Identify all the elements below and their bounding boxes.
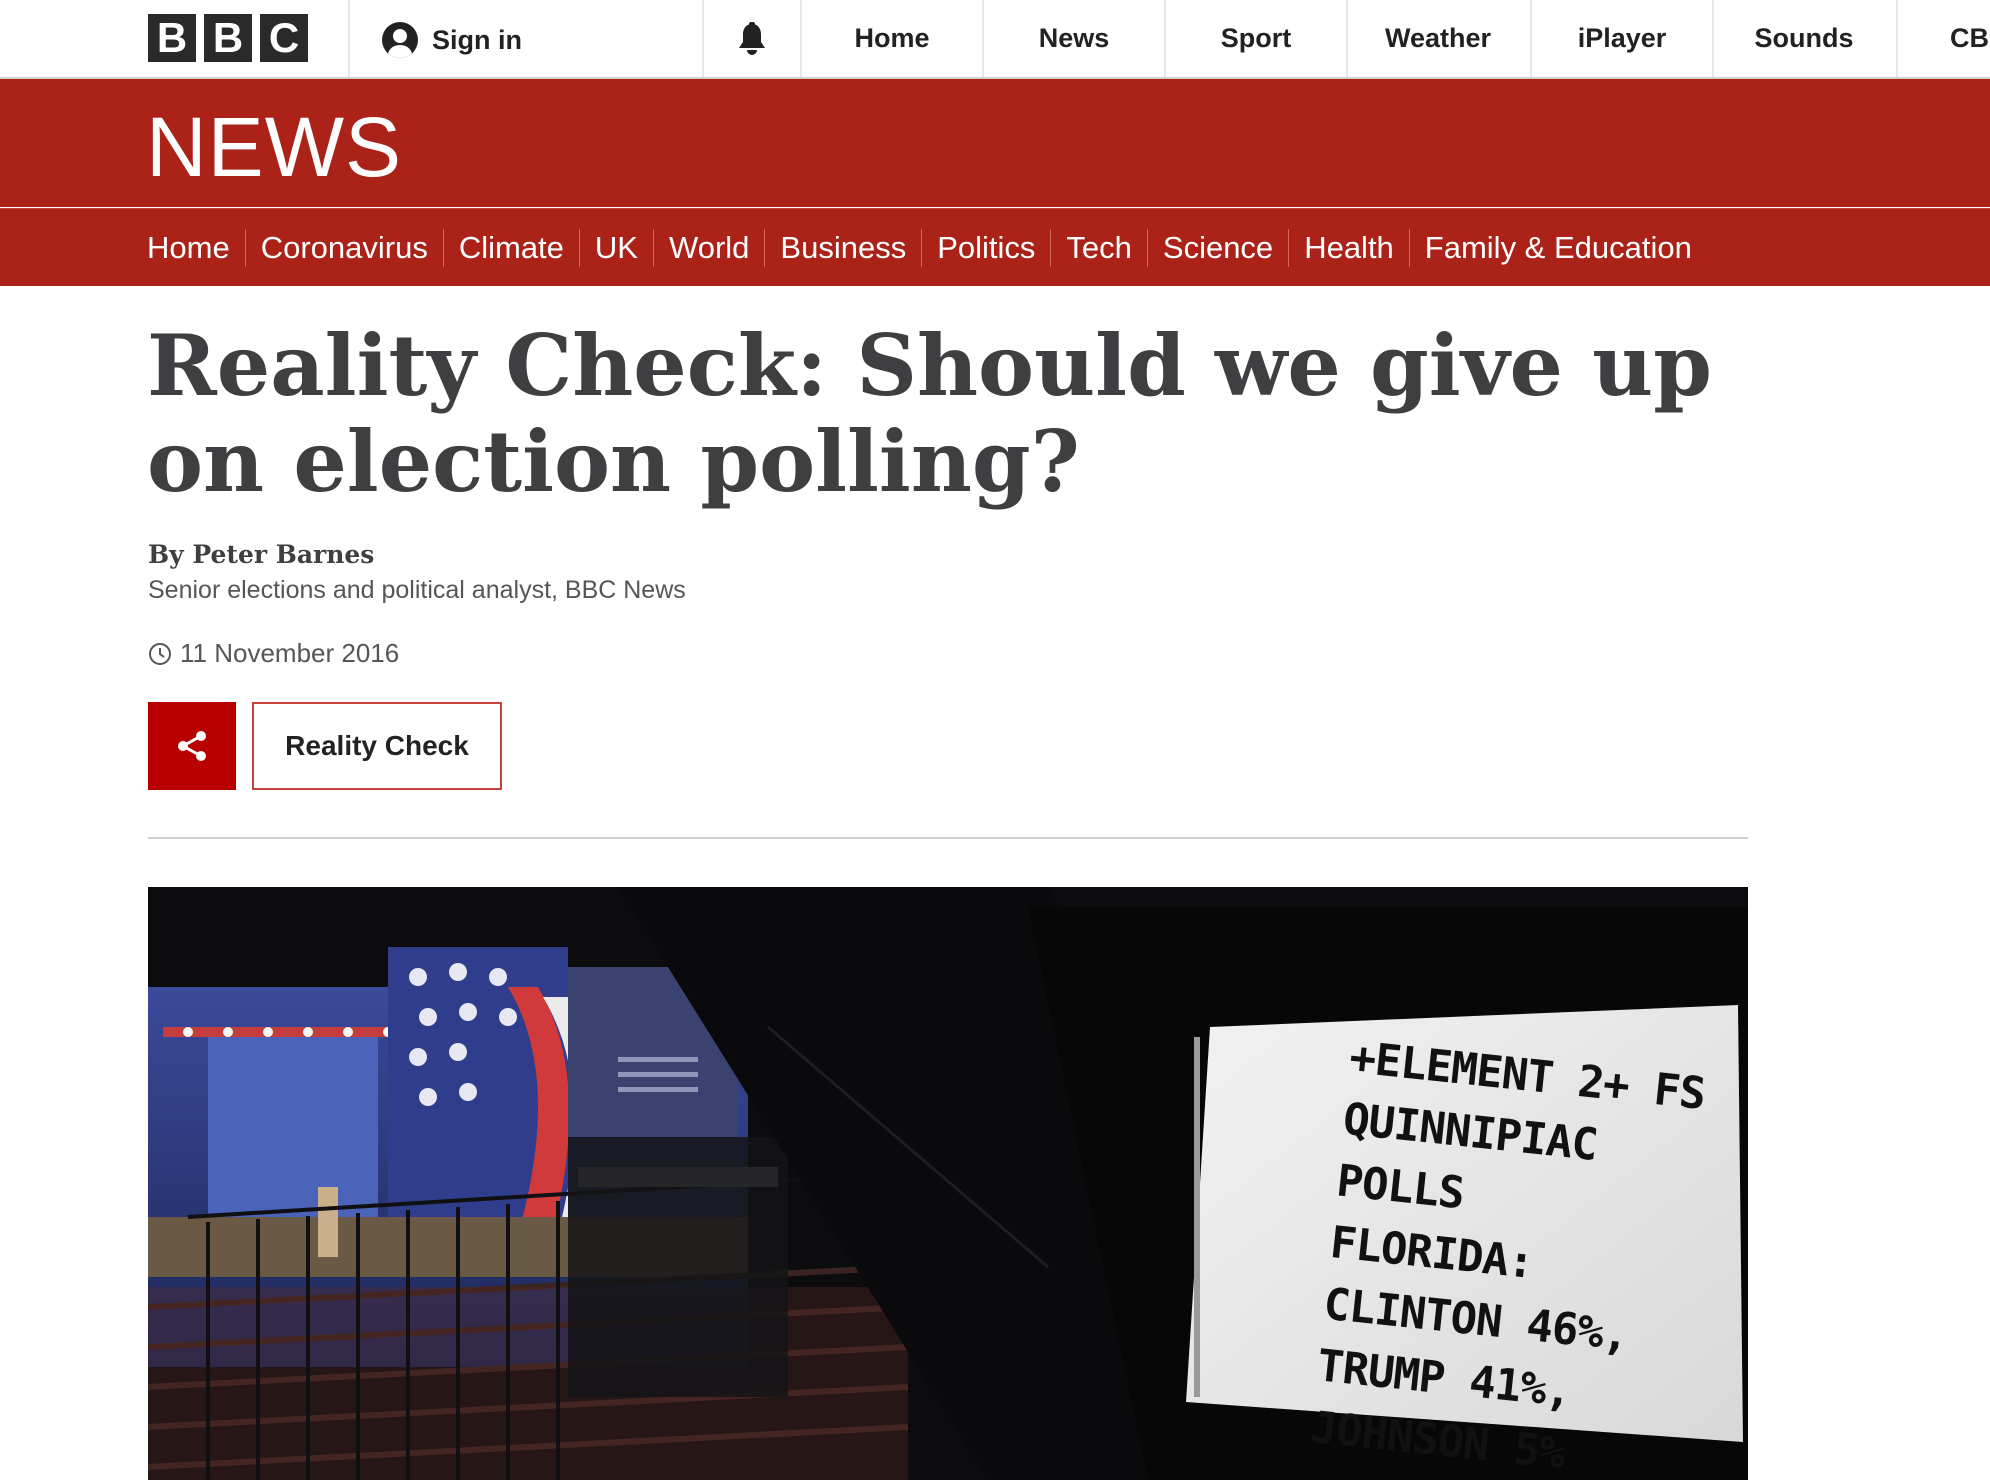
global-nav-sounds[interactable]: Sounds bbox=[1714, 0, 1894, 77]
article-date: 11 November 2016 bbox=[148, 638, 399, 669]
section-nav-family-education[interactable]: Family & Education bbox=[1410, 229, 1707, 267]
global-nav-sport[interactable]: Sport bbox=[1166, 0, 1346, 77]
section-nav: Home Coronavirus Climate UK World Busine… bbox=[0, 208, 1990, 286]
section-nav-coronavirus[interactable]: Coronavirus bbox=[246, 229, 444, 267]
notifications-bell-icon[interactable] bbox=[736, 22, 768, 56]
section-nav-politics[interactable]: Politics bbox=[922, 229, 1052, 267]
author-role: Senior elections and political analyst, … bbox=[148, 576, 686, 604]
global-nav-iplayer[interactable]: iPlayer bbox=[1532, 0, 1712, 77]
monitor-poll-text: +ELEMENT 2+ FS QUINNIPIAC POLLS FLORIDA:… bbox=[1308, 1027, 1748, 1480]
section-nav-world[interactable]: World bbox=[654, 229, 766, 267]
section-nav-climate[interactable]: Climate bbox=[444, 229, 580, 267]
global-nav-home[interactable]: Home bbox=[802, 0, 982, 77]
divider-line bbox=[148, 837, 1748, 839]
global-nav-news[interactable]: News bbox=[984, 0, 1164, 77]
article-date-text: 11 November 2016 bbox=[180, 638, 400, 668]
global-nav-cbbc[interactable]: CB bbox=[1950, 0, 1990, 77]
clock-icon bbox=[149, 642, 171, 665]
section-nav-tech[interactable]: Tech bbox=[1051, 229, 1148, 267]
article-byline: By Peter Barnes bbox=[148, 540, 375, 569]
bbc-logo-letter: B bbox=[204, 14, 252, 62]
nav-divider bbox=[348, 0, 350, 77]
section-nav-uk[interactable]: UK bbox=[580, 229, 654, 267]
nav-divider bbox=[702, 0, 704, 77]
article-lead-image: +ELEMENT 2+ FS QUINNIPIAC POLLS FLORIDA:… bbox=[148, 887, 1748, 1480]
bbc-logo[interactable]: B B C bbox=[148, 14, 308, 62]
bbc-logo-letter: B bbox=[148, 14, 196, 62]
share-icon bbox=[178, 731, 206, 761]
nav-divider bbox=[1896, 0, 1898, 77]
sign-in-label: Sign in bbox=[432, 24, 522, 55]
sign-in-button[interactable]: Sign in bbox=[382, 22, 522, 58]
global-header: B B C Sign in Home News Sport Weather iP… bbox=[0, 0, 1990, 79]
section-nav-health[interactable]: Health bbox=[1289, 229, 1410, 267]
reality-check-tag[interactable]: Reality Check bbox=[252, 702, 502, 790]
global-nav-weather[interactable]: Weather bbox=[1348, 0, 1528, 77]
news-wordmark[interactable]: NEWS bbox=[146, 105, 402, 189]
news-banner: NEWS bbox=[0, 79, 1990, 207]
section-nav-home[interactable]: Home bbox=[147, 229, 246, 267]
bbc-logo-letter: C bbox=[260, 14, 308, 62]
article-headline: Reality Check: Should we give up on elec… bbox=[147, 316, 1712, 511]
account-icon bbox=[382, 22, 418, 58]
section-nav-science[interactable]: Science bbox=[1148, 229, 1290, 267]
section-nav-business[interactable]: Business bbox=[765, 229, 923, 267]
share-button[interactable] bbox=[148, 702, 236, 790]
